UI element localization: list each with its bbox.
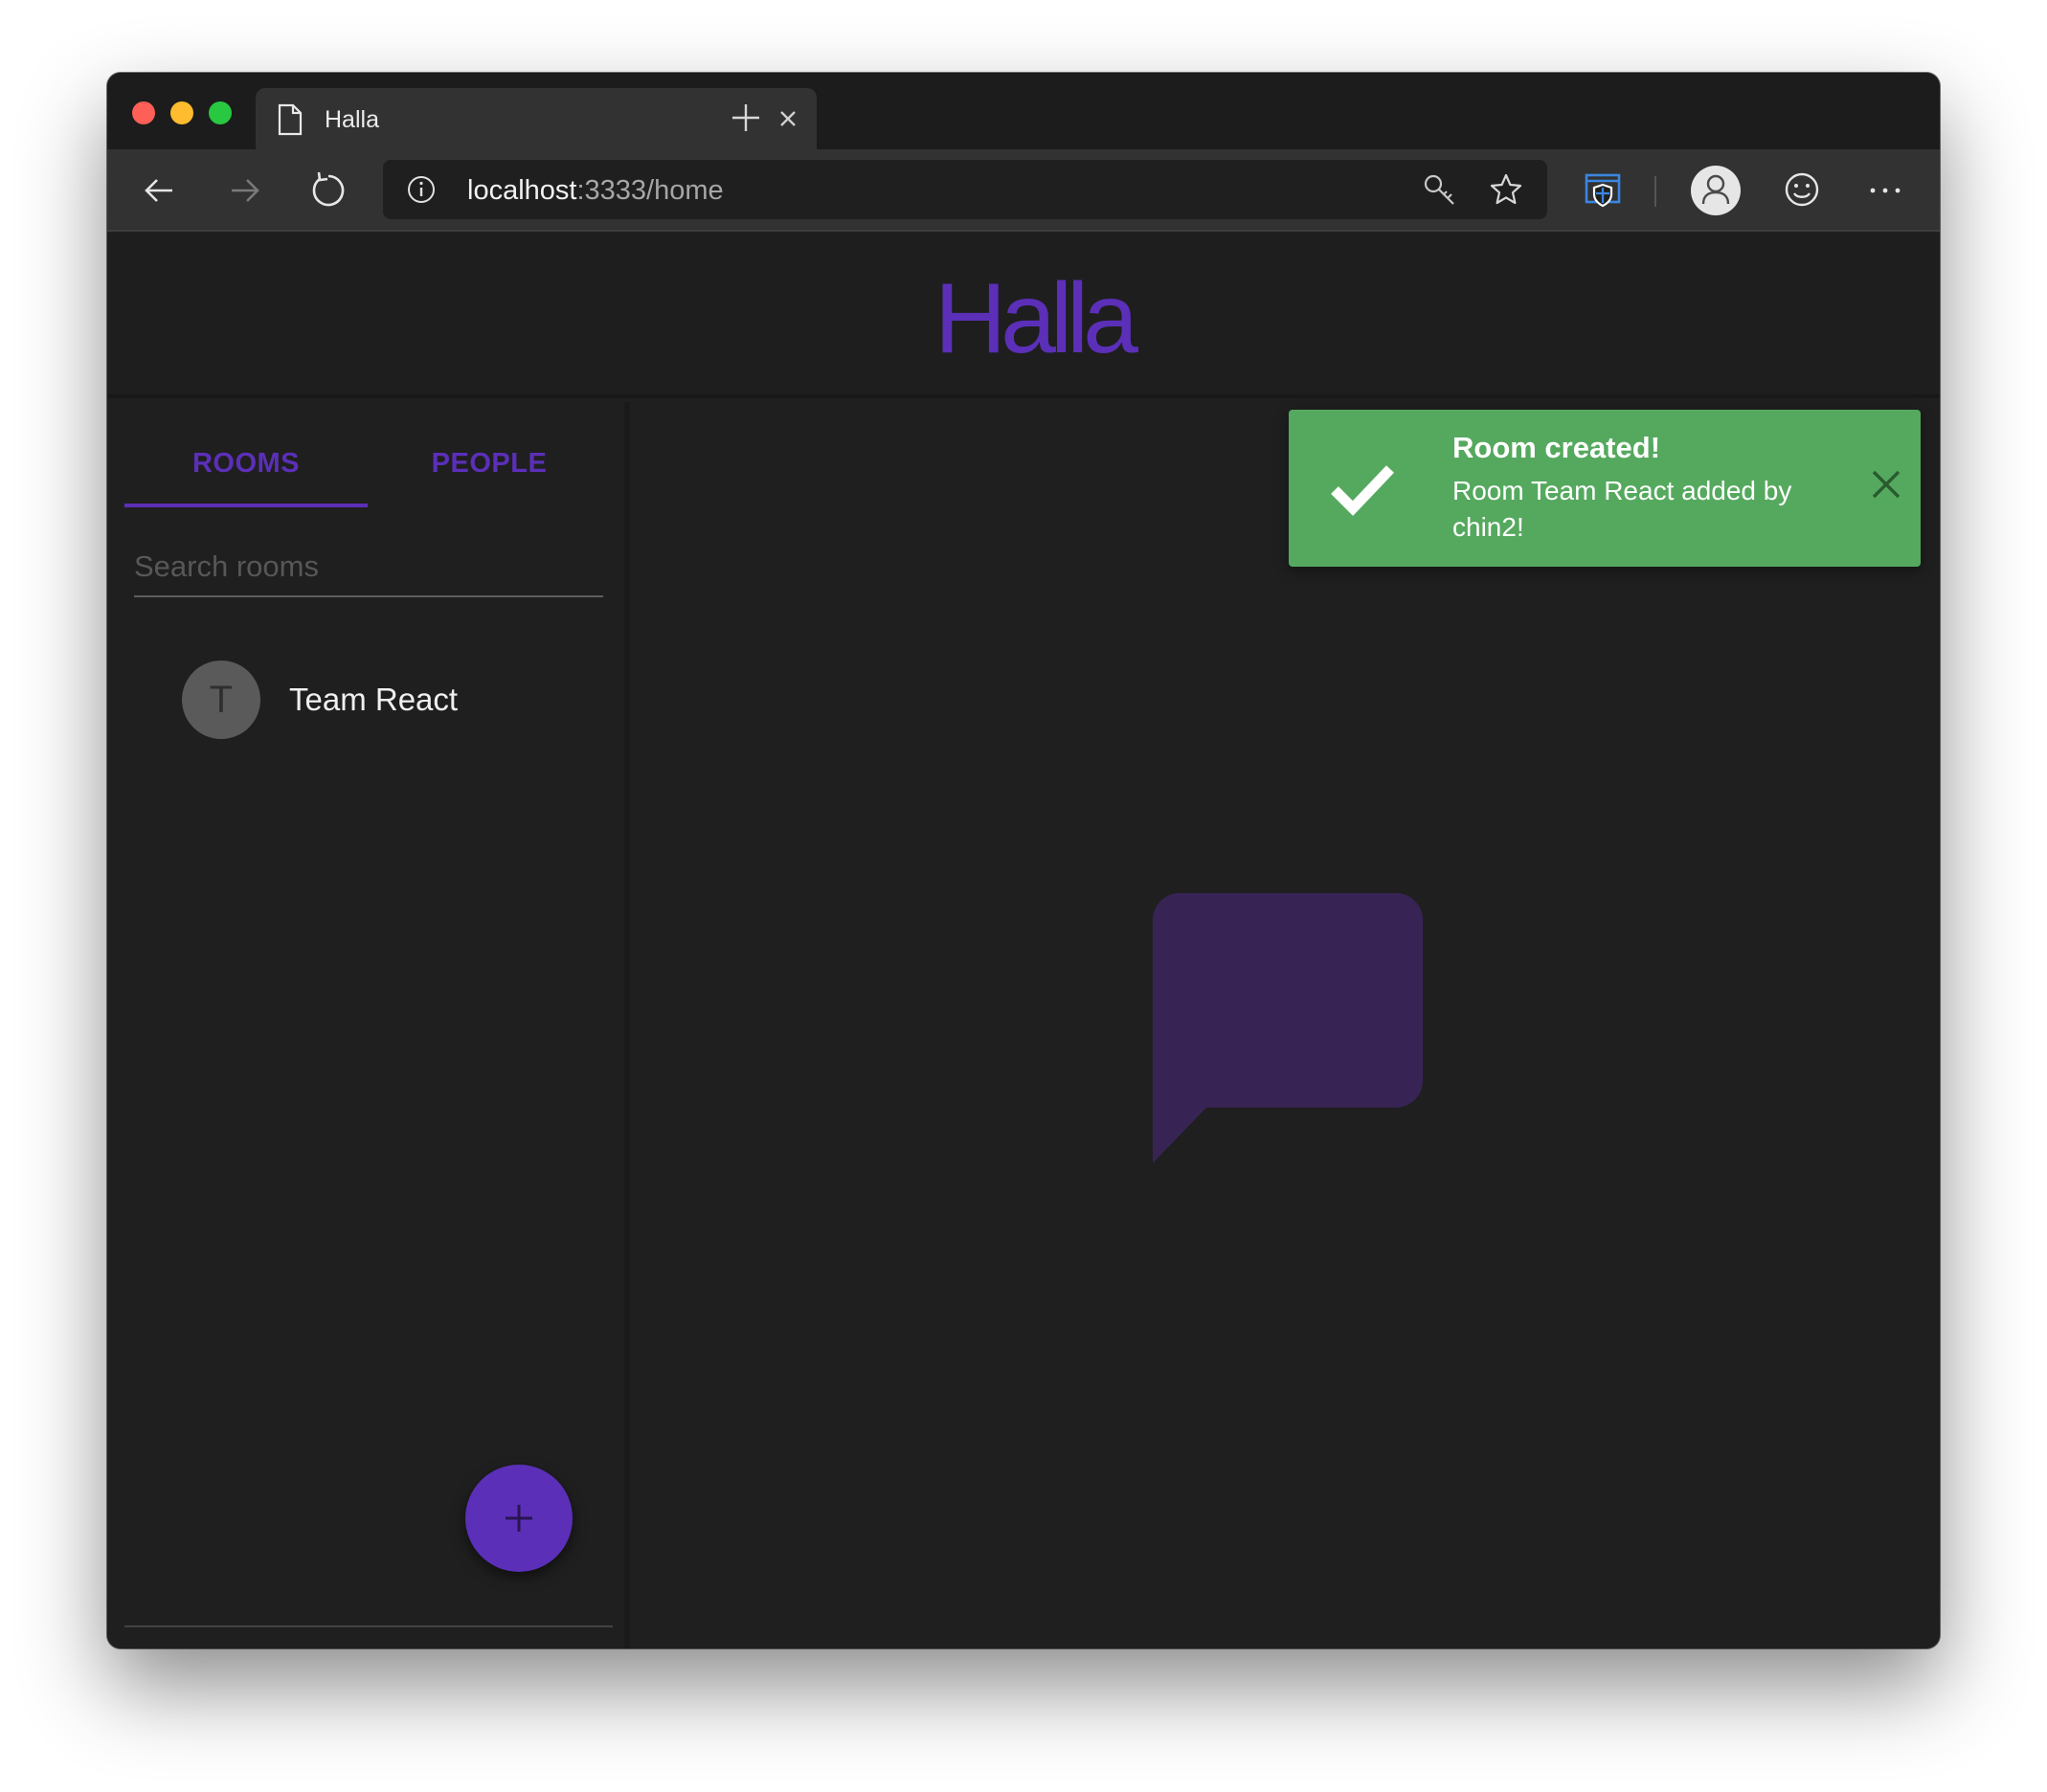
app-logo: Halla — [934, 263, 1138, 374]
back-arrow-icon[interactable] — [138, 168, 182, 213]
room-avatar: T — [182, 661, 260, 739]
close-icon[interactable] — [775, 105, 801, 132]
plus-icon — [506, 1505, 532, 1532]
toast-message: Room Team React added by chin2! — [1452, 476, 1792, 542]
url-host: localhost — [467, 175, 577, 206]
sidebar: ROOMS PEOPLE T Team React — [107, 402, 630, 1648]
browser-toolbar: localhost:3333/home — [107, 149, 1940, 232]
plus-icon[interactable] — [724, 96, 768, 140]
toolbar-divider — [1654, 176, 1656, 207]
profile-icon[interactable] — [1691, 166, 1741, 215]
app-root: Halla ROOMS PEOPLE T Team React — [107, 232, 1940, 1648]
window-minimize-button[interactable] — [170, 101, 193, 124]
active-tab-indicator — [124, 504, 368, 507]
forward-arrow-icon[interactable] — [222, 168, 266, 213]
room-name: Team React — [289, 682, 459, 717]
more-icon[interactable] — [1863, 168, 1907, 213]
url-path: :3333/home — [576, 175, 724, 206]
browser-window: Halla localhost:3333/home Halla ROOMS PE… — [107, 73, 1940, 1648]
chat-bubble-icon — [1153, 893, 1423, 1163]
smiley-icon[interactable] — [1781, 168, 1823, 211]
tab-title: Halla — [325, 106, 379, 133]
checkmark-icon — [1331, 465, 1394, 516]
search-rooms-input[interactable] — [134, 538, 603, 597]
reload-icon[interactable] — [306, 168, 350, 213]
window-close-button[interactable] — [132, 101, 155, 124]
chat-area — [636, 402, 1940, 1648]
tab-people[interactable]: PEOPLE — [368, 402, 611, 509]
app-header: Halla — [107, 232, 1940, 398]
success-toast: Room created! Room Team React added by c… — [1289, 410, 1921, 567]
info-icon[interactable] — [406, 174, 437, 205]
shield-icon[interactable] — [1582, 168, 1624, 211]
sidebar-tabs: ROOMS PEOPLE — [124, 402, 613, 509]
window-maximize-button[interactable] — [209, 101, 232, 124]
page-icon — [278, 103, 303, 136]
star-icon[interactable] — [1488, 171, 1524, 208]
close-icon[interactable] — [1869, 467, 1903, 502]
key-icon[interactable] — [1421, 171, 1459, 210]
toast-title: Room created! — [1452, 431, 1661, 464]
room-list-item[interactable]: T Team React — [182, 661, 584, 741]
add-room-button[interactable] — [465, 1465, 573, 1572]
tab-strip: Halla — [107, 73, 1940, 149]
sidebar-divider — [124, 1625, 613, 1627]
url-text[interactable]: localhost:3333/home — [467, 174, 724, 207]
address-bar[interactable]: localhost:3333/home — [383, 160, 1547, 219]
tab-rooms[interactable]: ROOMS — [124, 402, 368, 509]
